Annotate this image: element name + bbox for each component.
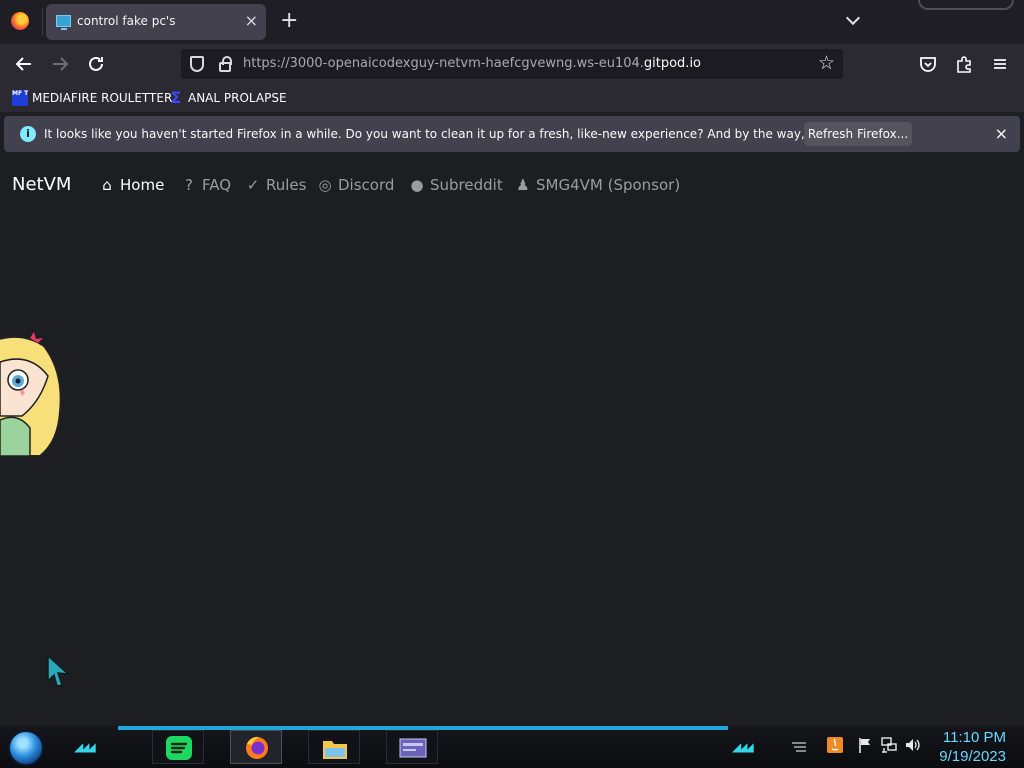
tab-bar: control fake pc's × +: [0, 0, 1024, 44]
web-page: NetVM ⌂ Home ? FAQ ✓ Rules ◎ Discord ● Subred…: [0, 156, 1024, 726]
bookmarks-toolbar: MF T MEDIAFIRE ROULETTER Σ ANAL PROLAPSE: [0, 84, 1024, 112]
nav-label: SMG4VM (Sponsor): [536, 176, 681, 194]
app-menu-button[interactable]: [990, 54, 1010, 74]
cartoon-mascot-image: [0, 332, 64, 460]
browser-tab-active[interactable]: control fake pc's ×: [46, 4, 266, 40]
nav-faq[interactable]: ? FAQ: [180, 176, 231, 194]
pocket-button[interactable]: [918, 54, 938, 74]
notification-close-icon[interactable]: ×: [995, 124, 1008, 143]
nav-rules[interactable]: ✓ Rules: [244, 176, 307, 194]
spotify-icon: [166, 736, 192, 760]
firefox-menu-icon[interactable]: [11, 12, 29, 30]
extensions-button[interactable]: [954, 54, 974, 74]
url-prefix: https://3000-openaicodexguy-netvm-haefcg…: [243, 56, 644, 71]
forward-button[interactable]: [48, 52, 72, 76]
chevrons-left-decoration: ◢◢◢: [74, 740, 96, 754]
nav-subreddit[interactable]: ● Subreddit: [408, 176, 503, 194]
nav-sponsor[interactable]: ♟ SMG4VM (Sponsor): [514, 176, 680, 194]
pocket-icon: [920, 57, 936, 72]
tray-overflow-icon[interactable]: [790, 736, 808, 754]
reddit-icon: ●: [410, 176, 424, 194]
forward-arrow-icon: [53, 57, 69, 71]
remote-window-icon: [399, 738, 427, 758]
tab-close-icon[interactable]: ×: [245, 12, 258, 30]
taskbar: ◢◢◢ ◢◢◢ 11:10 PM 9/19/2023: [0, 726, 1024, 768]
bookmark-star-icon[interactable]: ☆: [818, 52, 835, 74]
clock-date: 9/19/2023: [939, 748, 1006, 765]
list-all-tabs-chevron-icon[interactable]: [845, 11, 863, 29]
back-arrow-icon: [15, 57, 31, 71]
bookmark-anal-prolapse[interactable]: Σ ANAL PROLAPSE: [168, 90, 287, 108]
nav-label: FAQ: [202, 176, 232, 194]
taskbar-spotify[interactable]: [152, 730, 204, 764]
chevrons-right-decoration: ◢◢◢: [732, 740, 754, 754]
nav-home[interactable]: ⌂ Home: [98, 176, 164, 194]
clock-time: 11:10 PM: [942, 729, 1006, 746]
start-button[interactable]: [8, 730, 44, 766]
nav-label: Discord: [338, 176, 395, 194]
nav-label: Home: [120, 176, 165, 194]
clipboard-check-icon: ✓: [246, 176, 260, 194]
tab-separator: [42, 8, 43, 36]
info-icon: i: [20, 126, 36, 142]
window-frame-decoration: [918, 0, 1014, 10]
volume-icon[interactable]: [904, 736, 922, 754]
discord-icon: ◎: [318, 176, 332, 194]
file-explorer-icon: [323, 741, 347, 759]
network-icon[interactable]: [880, 736, 898, 754]
sigma-icon: Σ: [170, 88, 182, 107]
user-icon: ♟: [516, 176, 530, 194]
monitor-favicon-icon: [56, 15, 71, 30]
url-host: gitpod.io: [643, 56, 702, 71]
reload-button[interactable]: [84, 52, 108, 76]
refresh-firefox-notification: i It looks like you haven't started Fire…: [4, 116, 1020, 152]
refresh-firefox-button[interactable]: Refresh Firefox...: [804, 122, 912, 146]
puzzle-icon: [957, 56, 971, 73]
question-icon: ?: [185, 176, 193, 194]
action-center-flag-icon[interactable]: [856, 736, 874, 754]
mouse-pointer-icon: [46, 654, 72, 692]
nav-label: Rules: [266, 176, 307, 194]
nav-discord[interactable]: ◎ Discord: [316, 176, 394, 194]
java-update-icon[interactable]: [826, 736, 844, 754]
back-button[interactable]: [12, 52, 36, 76]
home-icon: ⌂: [102, 176, 112, 194]
bookmark-label: MEDIAFIRE ROULETTER: [32, 91, 173, 105]
site-brand[interactable]: NetVM: [12, 174, 71, 195]
navigation-toolbar: https://3000-openaicodexguy-netvm-haefcg…: [0, 44, 1024, 84]
tab-title: control fake pc's: [77, 14, 176, 28]
reload-icon: [89, 56, 103, 71]
taskbar-file-explorer[interactable]: [308, 730, 360, 764]
tracking-protection-shield-icon[interactable]: [190, 56, 204, 72]
firefox-icon: [246, 736, 268, 759]
site-lock-icon[interactable]: [219, 56, 232, 72]
url-text[interactable]: https://3000-openaicodexguy-netvm-haefcg…: [243, 56, 701, 71]
taskbar-clock[interactable]: 11:10 PM 9/19/2023: [939, 728, 1006, 766]
taskbar-remote-window[interactable]: [386, 730, 438, 764]
address-bar[interactable]: https://3000-openaicodexguy-netvm-haefcg…: [181, 49, 843, 79]
mediafire-icon: MF T: [12, 90, 28, 106]
bookmark-label: ANAL PROLAPSE: [188, 91, 287, 105]
new-tab-button[interactable]: +: [280, 9, 298, 33]
nav-label: Subreddit: [430, 176, 503, 194]
bookmark-mediafire-rouletter[interactable]: MF T MEDIAFIRE ROULETTER: [12, 90, 172, 108]
hamburger-menu-icon: [994, 59, 1006, 69]
notification-message: It looks like you haven't started Firefo…: [44, 127, 900, 141]
taskbar-firefox[interactable]: [230, 730, 282, 764]
